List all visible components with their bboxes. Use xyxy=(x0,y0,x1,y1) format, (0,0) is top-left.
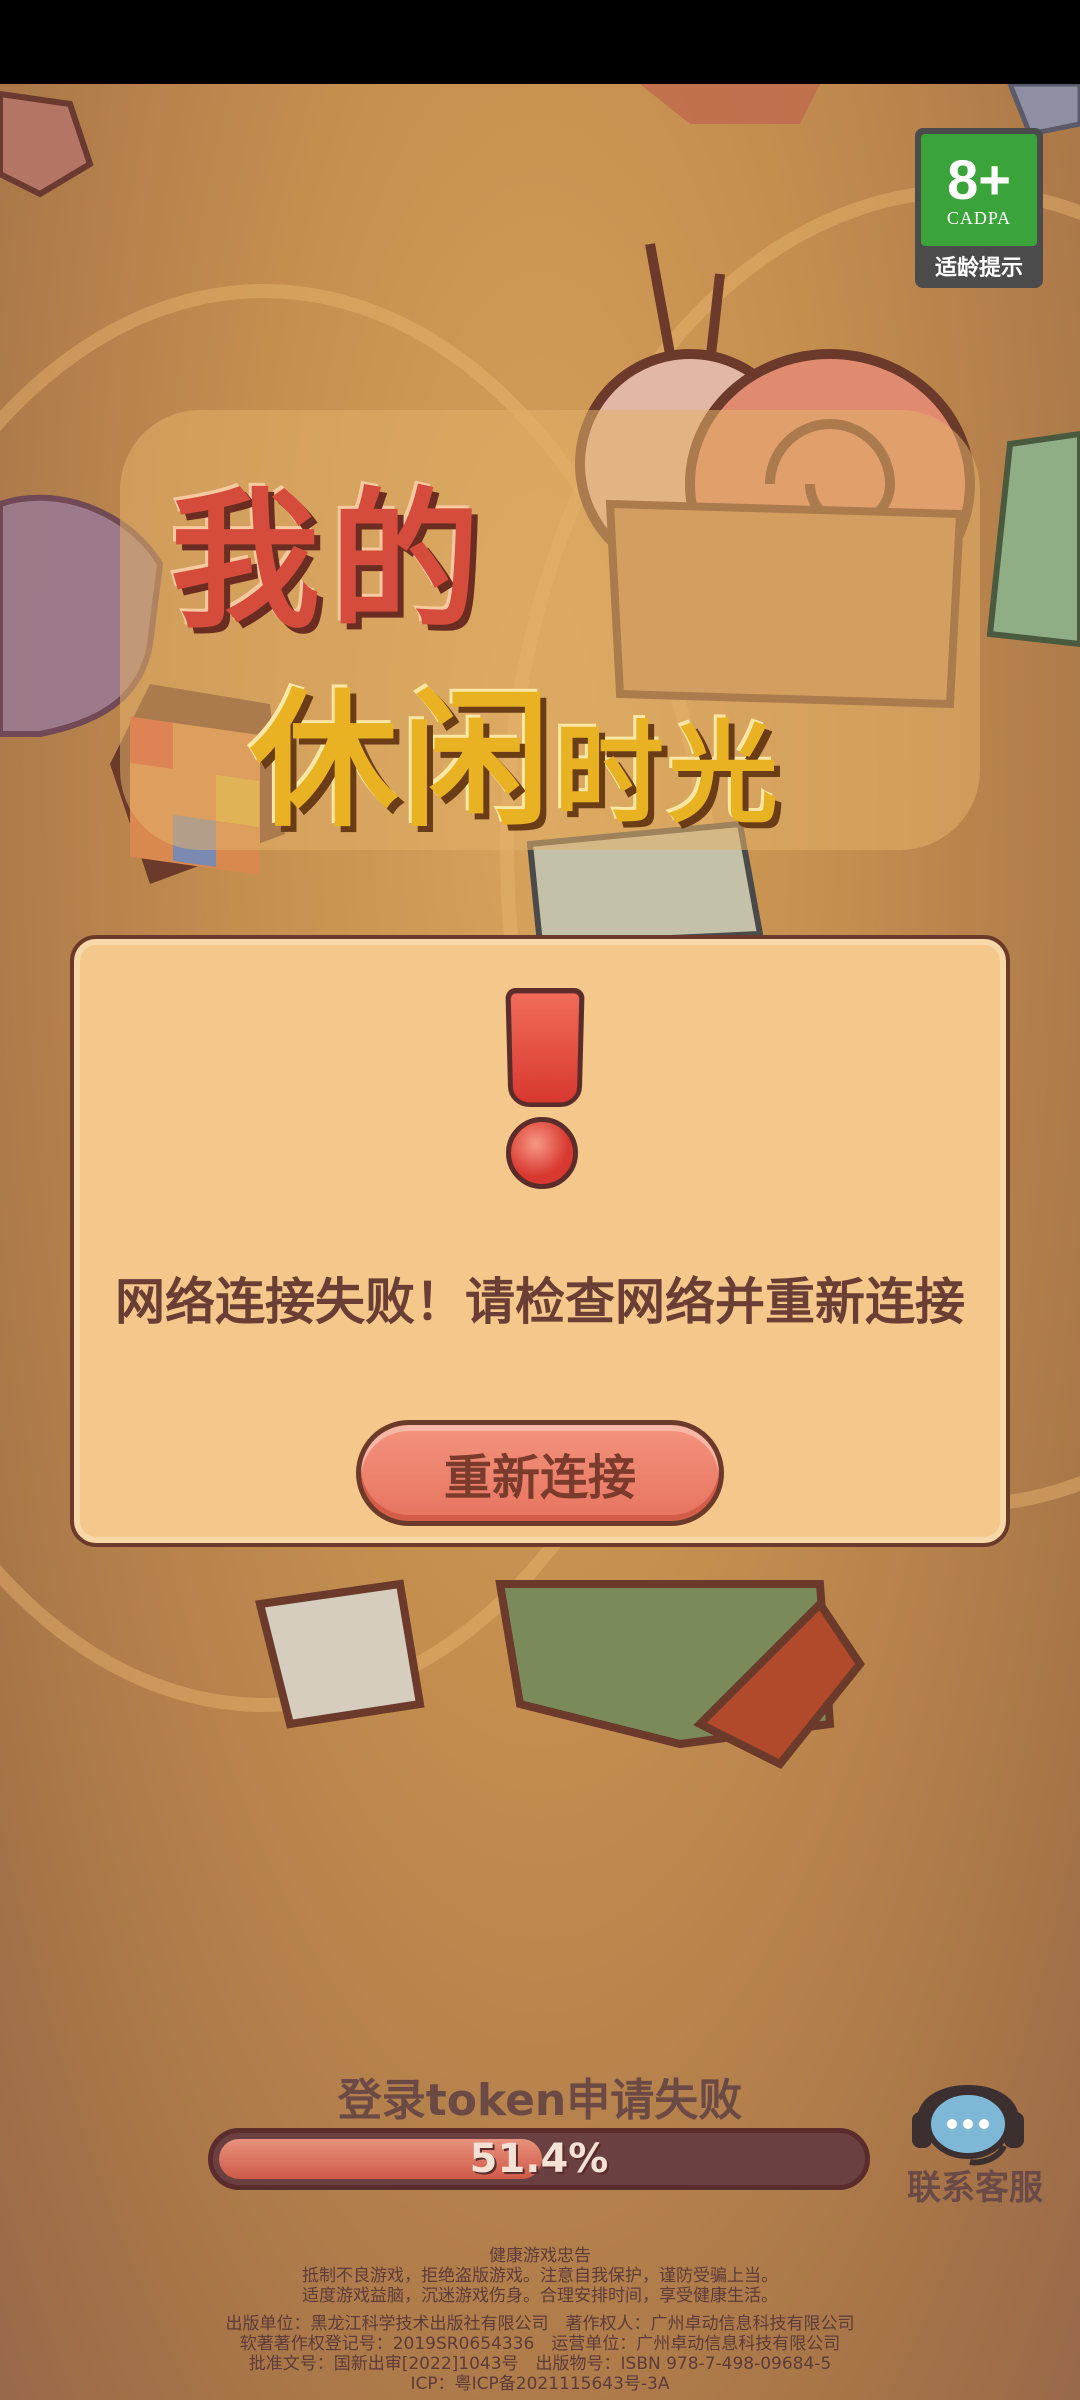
deco-top-left xyxy=(0,90,94,198)
game-logo-line2: 休闲时光 xyxy=(250,640,782,855)
icp-info: ICP：粤ICP备2021115643号-3A xyxy=(410,2374,670,2394)
publisher-info: 出版单位：黑龙江科学技术出版社有限公司 著作权人：广州卓动信息科技有限公司 xyxy=(225,2314,855,2334)
customer-service-label: 联系客服 xyxy=(907,2168,1043,2208)
character-legs xyxy=(255,1579,865,1770)
footer-notice: 健康游戏忠告 抵制不良游戏，拒绝盗版游戏。注意自我保护，谨防受骗上当。 适度游戏… xyxy=(0,2246,1080,2394)
warning-exclamation-icon xyxy=(505,987,585,1108)
game-logo-line2-a: 休闲 xyxy=(250,675,554,847)
health-advice-line1: 抵制不良游戏，拒绝盗版游戏。注意自我保护，谨防受骗上当。 xyxy=(302,2266,778,2286)
health-advice-line2: 适度游戏益脑，沉迷游戏伤身。合理安排时间，享受健康生活。 xyxy=(302,2286,778,2306)
approval-info: 批准文号：国新出审[2022]1043号 出版物号：ISBN 978-7-498… xyxy=(248,2354,832,2374)
headset-chat-icon xyxy=(912,2085,1024,2166)
game-logo-line2-b: 时光 xyxy=(554,710,782,838)
reconnect-button[interactable]: 重新连接 xyxy=(356,1420,724,1526)
age-rating-org: CADPA xyxy=(946,207,1012,228)
age-rating-tip: 适龄提示 xyxy=(934,256,1023,281)
game-logo-line1: 我的 xyxy=(170,475,491,649)
deco-top-right-gray xyxy=(1007,84,1080,137)
deco-top-right xyxy=(640,84,820,124)
status-bar xyxy=(0,0,1080,84)
age-rating-green-panel: 8+ CADPA xyxy=(921,134,1037,246)
customer-service-button[interactable]: 联系客服 xyxy=(880,2050,1070,2210)
age-rating-number: 8+ xyxy=(947,147,1011,211)
dialog-message: 网络连接失败！请检查网络并重新连接 xyxy=(115,1273,965,1331)
loading-progress-percent: 51.4% xyxy=(469,2136,609,2182)
age-rating-badge: 8+ CADPA 适龄提示 xyxy=(915,128,1043,288)
copyright-info: 软著著作权登记号：2019SR0654336 运营单位：广州卓动信息科技有限公司 xyxy=(239,2334,841,2354)
warning-exclamation-dot-icon xyxy=(506,1117,578,1189)
deco-green-box xyxy=(986,430,1080,648)
health-advice-title: 健康游戏忠告 xyxy=(489,2246,591,2266)
